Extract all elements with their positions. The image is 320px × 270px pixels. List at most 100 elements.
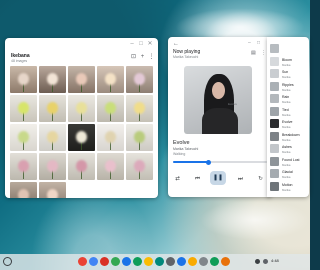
photo-thumbnail[interactable]	[10, 182, 37, 198]
status-time[interactable]: 4:48	[271, 258, 279, 263]
previous-icon[interactable]: ⏮	[193, 176, 202, 183]
queue-item[interactable]: Tied Marika	[270, 106, 308, 118]
settings-icon[interactable]	[199, 257, 208, 266]
queue-item-artist: Marika	[282, 187, 291, 192]
files-icon[interactable]	[122, 257, 131, 266]
album-art-text: Evolve	[228, 102, 238, 106]
queue-item[interactable]: Rain Marika	[270, 93, 308, 105]
playback-progress-bar[interactable]	[173, 159, 267, 165]
play-store-icon[interactable]	[133, 257, 142, 266]
photo-thumbnail[interactable]	[126, 124, 153, 151]
add-icon[interactable]: +	[139, 54, 146, 61]
queue-item-title: Ripples	[282, 82, 294, 87]
photo-thumbnail[interactable]	[10, 66, 37, 93]
gallery-window[interactable]: – □ ✕ Ikebana 48 images ⊡ + ⋮	[5, 38, 158, 198]
photo-thumbnail[interactable]	[39, 95, 66, 122]
more-icon[interactable]: ⋮	[148, 54, 155, 61]
queue-item-title: Rain	[282, 95, 290, 99]
gallery-title-bar[interactable]	[5, 38, 158, 50]
photo-thumbnail[interactable]	[68, 95, 95, 122]
queue-item-thumbnail	[270, 81, 279, 91]
photo-thumbnail[interactable]	[126, 95, 153, 122]
next-icon[interactable]: ⏭	[236, 176, 245, 183]
chrome-icon[interactable]	[144, 257, 153, 266]
meet-icon[interactable]	[155, 257, 164, 266]
shelf: 4:48	[0, 254, 310, 270]
photo-thumbnail[interactable]	[126, 66, 153, 93]
queue-panel[interactable]: Bloom Marika Sun Marika Ripples Marika Rain Mar…	[267, 37, 309, 197]
photo-thumbnail[interactable]	[39, 124, 66, 151]
launcher-icon[interactable]	[3, 257, 12, 266]
queue-item[interactable]: Sun Marika	[270, 68, 308, 80]
photo-thumbnail[interactable]	[126, 153, 153, 180]
queue-item-artist: Marika	[282, 100, 291, 104]
music-icon[interactable]	[221, 257, 230, 266]
queue-item-title: Bloom	[282, 57, 292, 62]
queue-item-thumbnail	[270, 169, 279, 178]
repeat-icon[interactable]: ↻	[256, 176, 265, 182]
calendar-icon[interactable]	[177, 257, 186, 266]
photo-thumbnail[interactable]	[39, 153, 66, 180]
drive-icon[interactable]	[188, 257, 197, 266]
queue-item-title: Motion	[282, 182, 293, 187]
photo-thumbnail[interactable]	[68, 66, 95, 93]
queue-item-title: Sun	[282, 70, 289, 74]
photo-grid	[10, 66, 155, 198]
queue-item-thumbnail	[270, 156, 279, 166]
select-icon[interactable]: ⊡	[130, 54, 137, 61]
queue-item-thumbnail	[270, 44, 279, 53]
queue-item-thumbnail	[270, 119, 279, 128]
queue-item-title: Evolve	[282, 120, 293, 124]
queue-item-artist: Marika	[282, 75, 291, 79]
more-icon[interactable]: ⋮	[261, 50, 266, 56]
sheets-icon[interactable]	[210, 257, 219, 266]
photo-thumbnail[interactable]	[39, 182, 66, 198]
queue-item-artist: Marika	[282, 175, 291, 179]
minimize-icon[interactable]: –	[129, 41, 135, 47]
docs-icon[interactable]	[89, 257, 98, 266]
back-arrow-icon[interactable]: ←	[173, 41, 179, 47]
maximize-icon[interactable]: □	[257, 40, 260, 46]
photo-thumbnail[interactable]	[97, 66, 124, 93]
photo-thumbnail[interactable]	[68, 124, 95, 151]
shuffle-icon[interactable]: ⇄	[173, 176, 182, 182]
notification-icon[interactable]	[255, 259, 260, 264]
gmail-icon[interactable]	[78, 257, 87, 266]
music-player-window[interactable]: ← – □ Now playing Marika Takeuchi ▤ ⋮ Ev…	[168, 37, 272, 197]
wifi-icon[interactable]	[263, 259, 268, 264]
album-art: Evolve	[184, 66, 252, 134]
queue-item-thumbnail	[270, 69, 279, 78]
minimize-icon[interactable]: –	[248, 40, 251, 46]
photo-thumbnail[interactable]	[97, 95, 124, 122]
close-icon[interactable]: ✕	[147, 41, 153, 47]
queue-item-thumbnail	[270, 144, 279, 153]
queue-item-artist: Marika	[282, 137, 291, 142]
queue-item[interactable]: Ashes Marika	[270, 143, 308, 155]
queue-item[interactable]: Glacial Marika	[270, 168, 308, 180]
maximize-icon[interactable]: □	[138, 41, 144, 47]
photo-thumbnail[interactable]	[39, 66, 66, 93]
pause-button[interactable]: ❚❚	[210, 171, 226, 185]
photo-thumbnail[interactable]	[10, 153, 37, 180]
progress-knob[interactable]	[206, 159, 212, 165]
queue-item[interactable]: Breakdown Marika	[270, 131, 308, 143]
photo-thumbnail[interactable]	[10, 124, 37, 151]
photo-thumbnail[interactable]	[97, 153, 124, 180]
photo-thumbnail[interactable]	[97, 124, 124, 151]
queue-item-thumbnail	[270, 181, 279, 191]
queue-item[interactable]: Evolve Marika	[270, 118, 308, 130]
photo-thumbnail[interactable]	[68, 153, 95, 180]
queue-item[interactable]: Ripples Marika	[270, 81, 308, 93]
queue-item[interactable]: Bloom Marika	[270, 56, 308, 68]
camera-icon[interactable]	[166, 257, 175, 266]
pause-icon: ❚❚	[212, 175, 224, 181]
queue-item-thumbnail	[270, 56, 279, 66]
queue-item[interactable]: Motion Marika	[270, 181, 308, 193]
queue-item[interactable]: Found Lost Marika	[270, 156, 308, 168]
youtube-icon[interactable]	[100, 257, 109, 266]
queue-item[interactable]	[270, 43, 308, 55]
playlist-icon[interactable]: ▤	[251, 50, 256, 56]
photos-icon[interactable]	[111, 257, 120, 266]
photo-thumbnail[interactable]	[10, 95, 37, 122]
queue-item-title: Ashes	[282, 145, 292, 149]
